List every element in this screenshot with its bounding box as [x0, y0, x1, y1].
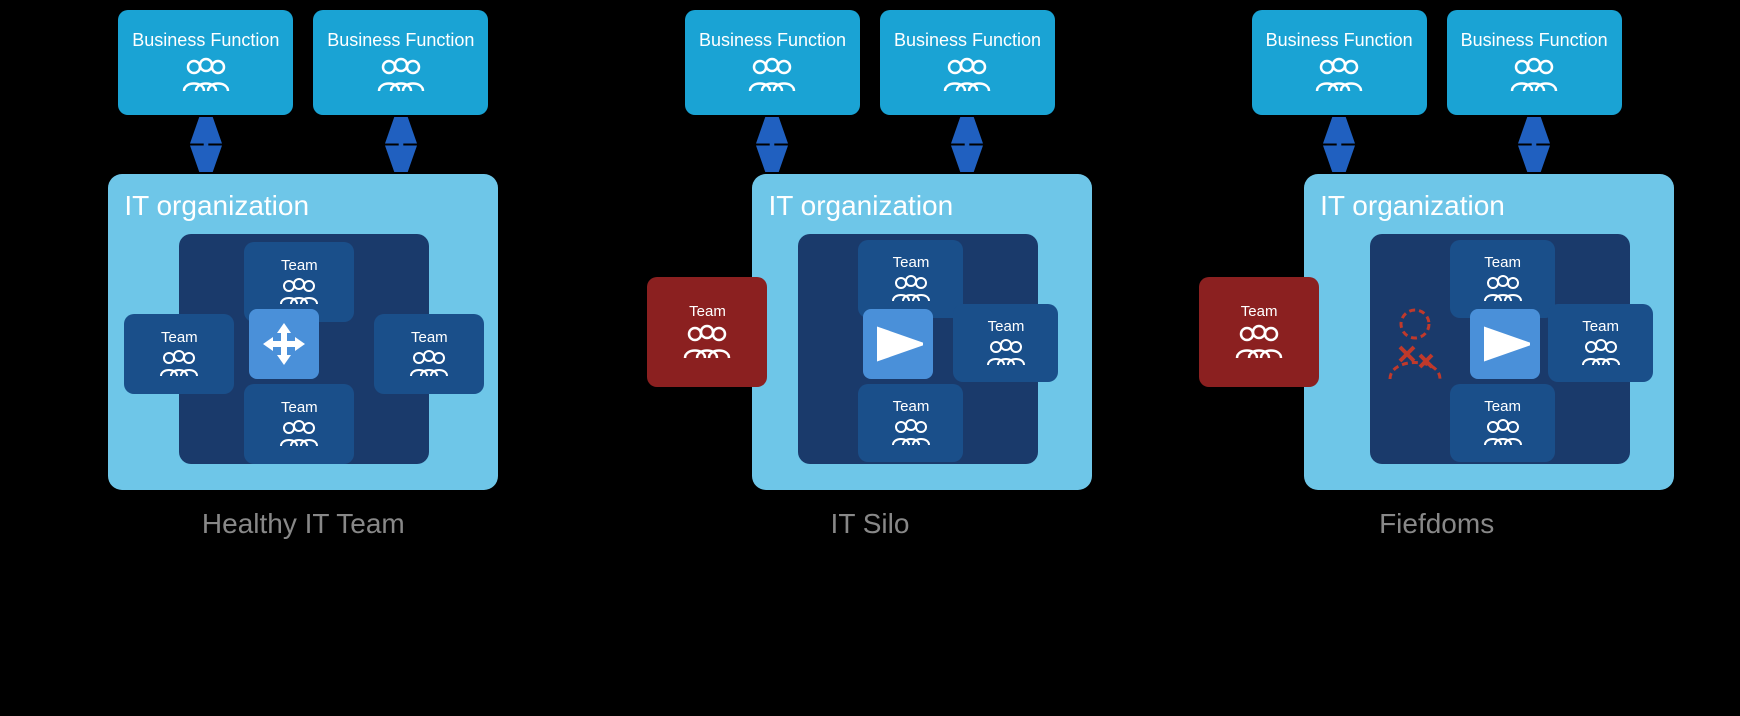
team-rt-silo-label: Team — [988, 318, 1025, 335]
section-fiefdoms: Business Function Business Function — [1167, 10, 1707, 540]
silo-org-wrapper: Team IT organization Team — [647, 174, 1092, 490]
bf-box-f-1: Business Function — [1252, 10, 1427, 115]
arrow-f-2 — [1447, 117, 1622, 172]
right-arrow-silo — [863, 309, 933, 379]
caption-fiefdoms: Fiefdoms — [1379, 508, 1494, 540]
team-rt-f: Team — [1548, 304, 1653, 382]
external-team-silo: Team — [647, 277, 767, 387]
bf-box-silo-1: Business Function — [685, 10, 860, 115]
bf-box-2: Business Function — [313, 10, 488, 115]
team-rt-f-label: Team — [1582, 318, 1619, 335]
team-rt-silo: Team — [953, 304, 1058, 382]
people-icon-1 — [182, 57, 230, 95]
bf-silo-label-2: Business Function — [894, 30, 1041, 51]
section-healthy: Business Function Business Function — [33, 10, 573, 540]
bf-label-2: Business Function — [327, 30, 474, 51]
it-org-healthy: IT organization Team Team — [108, 174, 498, 490]
team-right-label: Team — [411, 329, 448, 346]
team-bottom-silo-label: Team — [893, 398, 930, 415]
bf-box-silo-2: Business Function — [880, 10, 1055, 115]
bf-f-label-1: Business Function — [1266, 30, 1413, 51]
bf-box-f-2: Business Function — [1447, 10, 1622, 115]
team-top-f-label: Team — [1484, 254, 1521, 271]
bf-row-silo: Business Function Business Function — [685, 10, 1055, 115]
section-silo: Business Function Business Function — [600, 10, 1140, 540]
team-left-label: Team — [161, 329, 198, 346]
arrow-silo-2 — [880, 117, 1055, 172]
team-top-f: Team — [1450, 240, 1555, 318]
arrow-down-1 — [118, 117, 293, 172]
it-org-title-fiefdoms: IT organization — [1320, 190, 1658, 222]
right-arrow-fiefdoms — [1470, 309, 1540, 379]
it-org-title-healthy: IT organization — [124, 190, 482, 222]
external-team-fiefdoms: Team — [1199, 277, 1319, 387]
team-bottom-f: Team — [1450, 384, 1555, 462]
it-org-silo: IT organization Team — [752, 174, 1092, 490]
team-bottom-f-label: Team — [1484, 398, 1521, 415]
bf-row-fiefdoms: Business Function Business Function — [1252, 10, 1622, 115]
move-icon-healthy — [249, 309, 319, 379]
team-bottom-label: Team — [281, 399, 318, 416]
arrow-silo-1 — [685, 117, 860, 172]
ext-team-silo-label: Team — [689, 303, 726, 320]
team-bottom-healthy: Team — [244, 384, 354, 464]
arrows-healthy — [118, 117, 488, 172]
teams-silo: Team Team — [768, 234, 1068, 474]
arrow-down-2 — [313, 117, 488, 172]
team-top-label: Team — [281, 257, 318, 274]
bf-box-1: Business Function — [118, 10, 293, 115]
broken-icon-fiefdoms — [1370, 299, 1460, 389]
team-right-healthy: Team — [374, 314, 484, 394]
team-left-healthy: Team — [124, 314, 234, 394]
team-top-silo-label: Team — [893, 254, 930, 271]
team-top-silo: Team — [858, 240, 963, 318]
it-org-title-silo: IT organization — [768, 190, 1076, 222]
bf-row-healthy: Business Function Business Function — [118, 10, 488, 115]
main-container: Business Function Business Function — [0, 0, 1740, 716]
team-bottom-silo: Team — [858, 384, 963, 462]
caption-silo: IT Silo — [831, 508, 910, 540]
caption-healthy: Healthy IT Team — [202, 508, 405, 540]
fiefdoms-org-wrapper: Team IT organization Team — [1199, 174, 1674, 490]
it-org-fiefdoms: IT organization Team — [1304, 174, 1674, 490]
teams-fiefdoms: Team — [1320, 234, 1660, 474]
ext-team-fiefdoms-label: Team — [1241, 303, 1278, 320]
arrows-silo — [685, 117, 1055, 172]
bf-f-label-2: Business Function — [1461, 30, 1608, 51]
teams-healthy: Team Team — [124, 234, 484, 474]
arrow-f-1 — [1252, 117, 1427, 172]
arrows-fiefdoms — [1252, 117, 1622, 172]
bf-silo-label-1: Business Function — [699, 30, 846, 51]
bf-label-1: Business Function — [132, 30, 279, 51]
people-icon-2 — [377, 57, 425, 95]
